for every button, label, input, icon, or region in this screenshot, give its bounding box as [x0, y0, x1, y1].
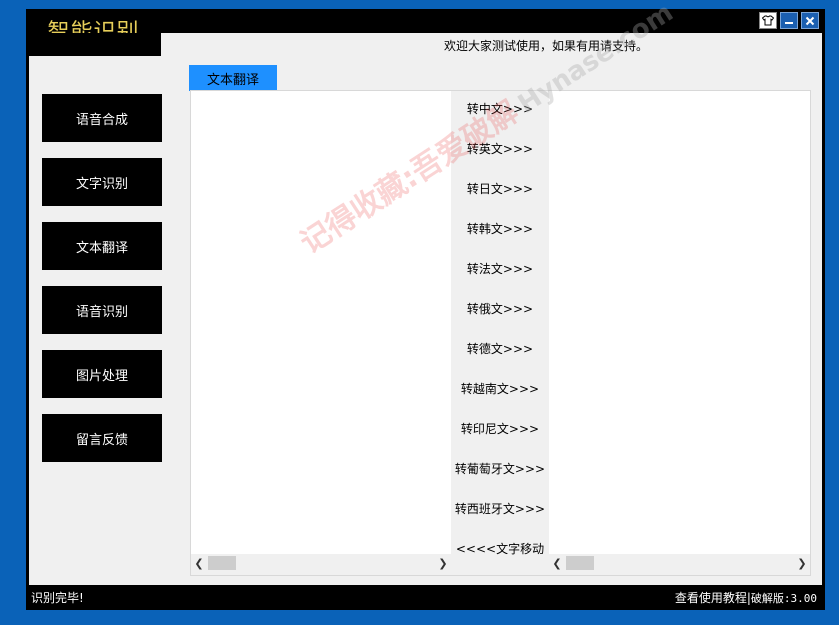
- tutorial-link[interactable]: 查看使用教程: [675, 591, 747, 605]
- scroll-thumb[interactable]: [208, 556, 236, 570]
- scroll-left-icon[interactable]: ❮: [549, 554, 565, 573]
- source-textbox[interactable]: [191, 91, 451, 554]
- target-hscrollbar[interactable]: ❮ ❯: [549, 554, 810, 573]
- to-vietnamese-button[interactable]: 转越南文>>>: [451, 376, 549, 400]
- translation-panel: ❮ ❯ 转中文>>> 转英文>>> 转日文>>> 转韩文>>> 转法文>>> 转…: [190, 90, 811, 576]
- scroll-left-icon[interactable]: ❮: [191, 554, 207, 573]
- sidebar-item-text-translation[interactable]: 文本翻译: [42, 222, 162, 270]
- to-german-button[interactable]: 转德文>>>: [451, 336, 549, 360]
- shirt-icon: [762, 15, 774, 26]
- target-textbox[interactable]: [549, 91, 810, 554]
- minimize-icon: [785, 21, 793, 24]
- app-window: 智能识别 欢迎大家测试使用，如果有用请支持。 语音合成 文字识别 文本翻译 语音…: [26, 9, 825, 610]
- to-korean-button[interactable]: 转韩文>>>: [451, 216, 549, 240]
- sidebar-item-speech-synthesis[interactable]: 语音合成: [42, 94, 162, 142]
- move-text-button[interactable]: <<<<文字移动: [451, 536, 549, 560]
- to-portuguese-button[interactable]: 转葡萄牙文>>>: [451, 456, 549, 480]
- sidebar-item-speech-recognition[interactable]: 语音识别: [42, 286, 162, 334]
- to-chinese-button[interactable]: 转中文>>>: [451, 96, 549, 120]
- welcome-banner: 欢迎大家测试使用，如果有用请支持。: [444, 39, 649, 53]
- client-area: 欢迎大家测试使用，如果有用请支持。 语音合成 文字识别 文本翻译 语音识别 图片…: [29, 33, 822, 585]
- version-label: 破解版:3.00: [750, 592, 817, 605]
- to-japanese-button[interactable]: 转日文>>>: [451, 176, 549, 200]
- to-english-button[interactable]: 转英文>>>: [451, 136, 549, 160]
- window-controls: [759, 12, 819, 29]
- to-french-button[interactable]: 转法文>>>: [451, 256, 549, 280]
- status-right: 查看使用教程|破解版:3.00: [675, 589, 817, 606]
- skin-button[interactable]: [759, 12, 777, 29]
- tab-text-translation[interactable]: 文本翻译: [189, 65, 277, 91]
- close-button[interactable]: [801, 12, 819, 29]
- source-hscrollbar[interactable]: ❮ ❯: [191, 554, 451, 573]
- scroll-right-icon[interactable]: ❯: [794, 554, 810, 573]
- close-icon: [805, 16, 815, 25]
- status-message: 识别完毕!: [31, 591, 84, 605]
- minimize-button[interactable]: [780, 12, 798, 29]
- sidebar-item-text-recognition[interactable]: 文字识别: [42, 158, 162, 206]
- title-notch: [29, 33, 161, 56]
- scroll-right-icon[interactable]: ❯: [435, 554, 451, 573]
- to-spanish-button[interactable]: 转西班牙文>>>: [451, 496, 549, 520]
- sidebar-item-feedback[interactable]: 留言反馈: [42, 414, 162, 462]
- convert-buttons-column: 转中文>>> 转英文>>> 转日文>>> 转韩文>>> 转法文>>> 转俄文>>…: [451, 91, 549, 573]
- to-indonesian-button[interactable]: 转印尼文>>>: [451, 416, 549, 440]
- to-russian-button[interactable]: 转俄文>>>: [451, 296, 549, 320]
- scroll-thumb[interactable]: [566, 556, 594, 570]
- sidebar-item-image-processing[interactable]: 图片处理: [42, 350, 162, 398]
